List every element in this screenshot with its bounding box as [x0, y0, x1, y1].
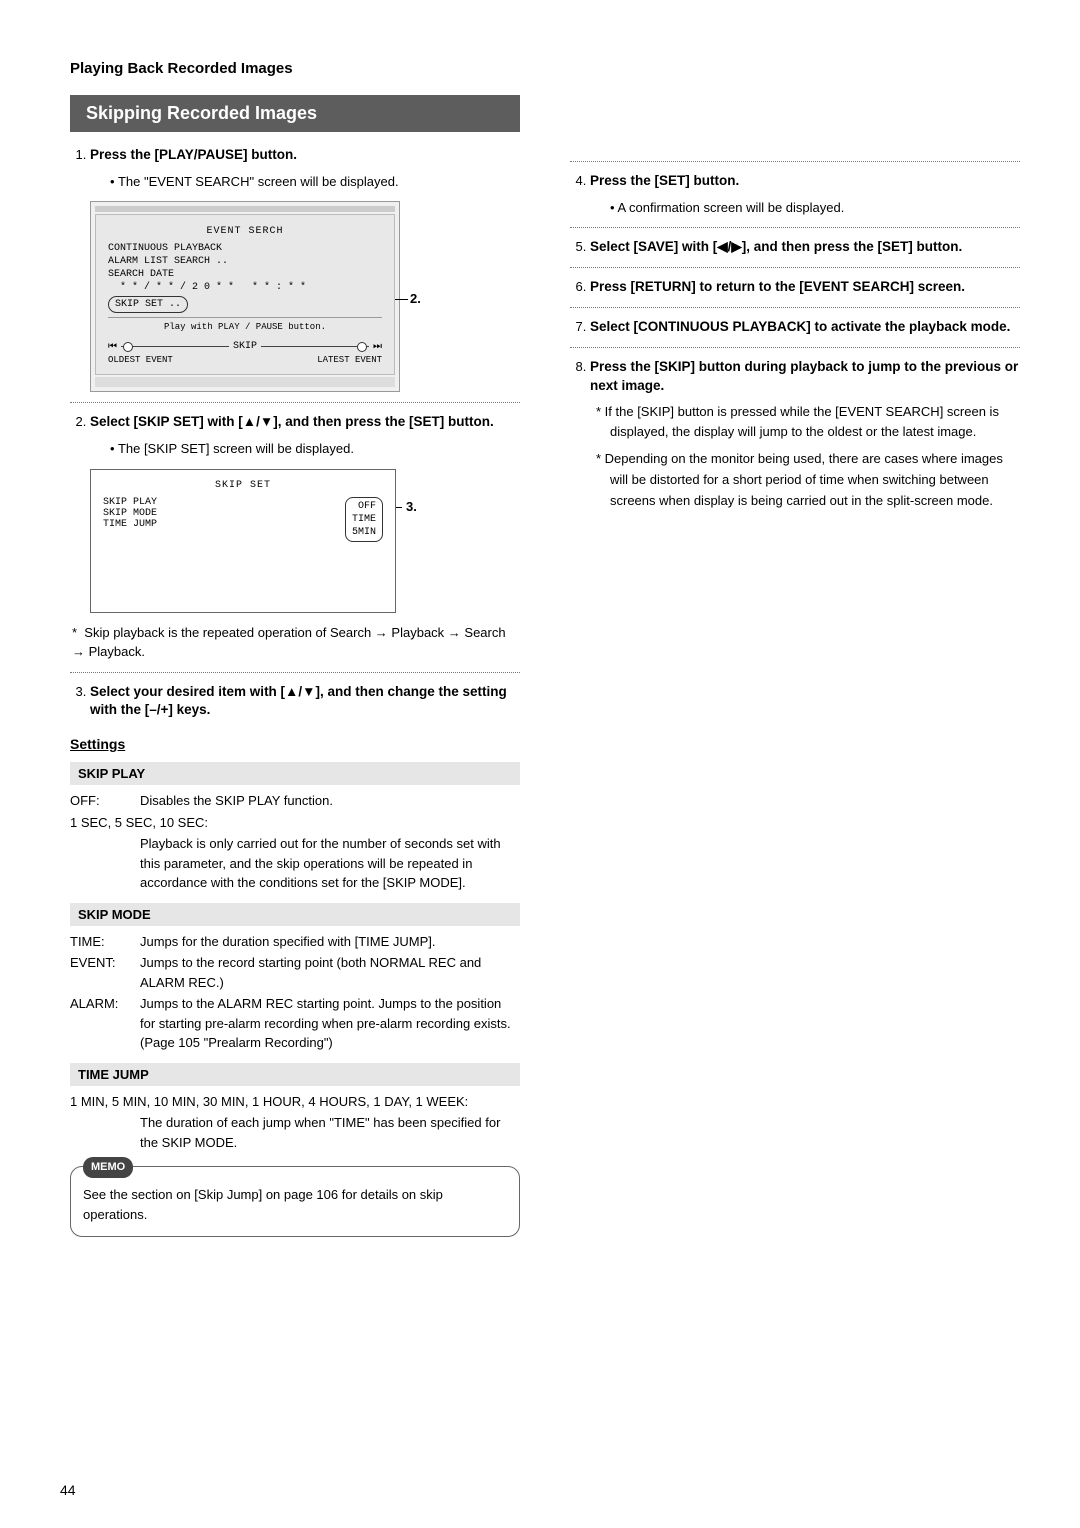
callout-3: 3. — [406, 499, 417, 514]
skip-play-heading: SKIP PLAY — [70, 762, 520, 785]
step-4: Press the [SET] button. A confirmation s… — [590, 172, 1020, 217]
step-7: Select [CONTINUOUS PLAYBACK] to activate… — [590, 318, 1020, 337]
row-skip-mode: SKIP MODE — [103, 508, 157, 519]
rewind-icon: ⏮ — [108, 340, 117, 353]
memo-tag: MEMO — [83, 1157, 133, 1178]
menu-skip-set-selected: SKIP SET .. — [108, 296, 188, 313]
alarm-label: ALARM: — [70, 994, 140, 1053]
step-3: Select your desired item with [▲/▼], and… — [90, 683, 520, 721]
row-time-jump: TIME JUMP — [103, 519, 157, 530]
off-label: OFF: — [70, 791, 140, 811]
step-6: Press [RETURN] to return to the [EVENT S… — [590, 278, 1020, 297]
right-column: Press the [SET] button. A confirmation s… — [570, 95, 1020, 1237]
section-heading: Skipping Recorded Images — [70, 95, 520, 132]
time-label: TIME: — [70, 932, 140, 952]
sec-text: Playback is only carried out for the num… — [70, 834, 520, 893]
step-7-text: Select [CONTINUOUS PLAYBACK] to activate… — [590, 318, 1020, 337]
step-4-bullet: A confirmation screen will be displayed. — [610, 199, 1020, 217]
time-jump-heading: TIME JUMP — [70, 1063, 520, 1086]
menu-search-date: SEARCH DATE — [108, 268, 382, 281]
step-1: Press the [PLAY/PAUSE] button. The "EVEN… — [90, 146, 520, 392]
settings-heading: Settings — [70, 736, 125, 752]
step-5: Select [SAVE] with [◀/▶], and then press… — [590, 238, 1020, 257]
divider — [570, 227, 1020, 228]
event-label: EVENT: — [70, 953, 140, 992]
fastforward-icon: ⏭ — [373, 340, 382, 353]
skip-set-screenshot: SKIP SET SKIP PLAY SKIP MODE TIME JUMP O… — [90, 469, 396, 613]
step-8-text: Press the [SKIP] button during playback … — [590, 358, 1020, 396]
event-text: Jumps to the record starting point (both… — [140, 953, 520, 992]
step-3-text: Select your desired item with [▲/▼], and… — [90, 683, 520, 721]
skip-play-definitions: OFF: Disables the SKIP PLAY function. 1 … — [70, 791, 520, 893]
divider — [70, 672, 520, 673]
callout-2: 2. — [410, 291, 421, 306]
divider — [570, 307, 1020, 308]
search-date-value: * * / * * / 2 0 * * * * : * * — [108, 281, 382, 294]
step-2-bullet: The [SKIP SET] screen will be displayed. — [110, 440, 520, 458]
step-6-text: Press [RETURN] to return to the [EVENT S… — [590, 278, 1020, 297]
skipset-title: SKIP SET — [103, 480, 383, 491]
time-text: Jumps for the duration specified with [T… — [140, 932, 520, 952]
time-jump-definitions: 1 MIN, 5 MIN, 10 MIN, 30 MIN, 1 HOUR, 4 … — [70, 1092, 520, 1153]
skip-mode-heading: SKIP MODE — [70, 903, 520, 926]
page-number: 44 — [60, 1482, 76, 1498]
off-text: Disables the SKIP PLAY function. — [140, 791, 520, 811]
row-skip-play: SKIP PLAY — [103, 497, 157, 508]
menu-alarm-list-search: ALARM LIST SEARCH .. — [108, 255, 382, 268]
screen-title: EVENT SERCH — [108, 225, 382, 238]
divider — [570, 267, 1020, 268]
memo-text: See the section on [Skip Jump] on page 1… — [83, 1187, 443, 1222]
event-search-screenshot: 2. EVENT SERCH CONTINUOUS PLAYBACK ALARM… — [90, 201, 400, 392]
step-2-text: Select [SKIP SET] with [▲/▼], and then p… — [90, 413, 520, 432]
step-2: Select [SKIP SET] with [▲/▼], and then p… — [90, 413, 520, 612]
divider — [70, 402, 520, 403]
val-skip-mode: TIME — [352, 513, 376, 526]
step-8-note-1: If the [SKIP] button is pressed while th… — [610, 402, 1020, 444]
page-title: Playing Back Recorded Images — [70, 60, 1020, 77]
step-4-text: Press the [SET] button. — [590, 172, 1020, 191]
step-5-text: Select [SAVE] with [◀/▶], and then press… — [590, 238, 1020, 257]
step-8-note-2: Depending on the monitor being used, the… — [610, 449, 1020, 511]
val-time-jump: 5MIN — [352, 526, 376, 539]
step-8: Press the [SKIP] button during playback … — [590, 358, 1020, 512]
step-1-bullet: The "EVENT SEARCH" screen will be displa… — [110, 173, 520, 191]
timejump-opts: 1 MIN, 5 MIN, 10 MIN, 30 MIN, 1 HOUR, 4 … — [70, 1092, 520, 1112]
oldest-event-label: OLDEST EVENT — [108, 355, 173, 367]
step-1-text: Press the [PLAY/PAUSE] button. — [90, 146, 520, 165]
skip-playback-note: * Skip playback is the repeated operatio… — [72, 623, 520, 662]
divider — [570, 161, 1020, 162]
alarm-text: Jumps to the ALARM REC starting point. J… — [140, 994, 520, 1053]
skip-label: SKIP — [233, 340, 257, 353]
latest-event-label: LATEST EVENT — [317, 355, 382, 367]
manual-page: Playing Back Recorded Images Skipping Re… — [0, 0, 1080, 1528]
skip-mode-definitions: TIME: Jumps for the duration specified w… — [70, 932, 520, 1053]
left-column: Skipping Recorded Images Press the [PLAY… — [70, 95, 520, 1237]
divider — [570, 347, 1020, 348]
two-column-layout: Skipping Recorded Images Press the [PLAY… — [70, 95, 1020, 1237]
val-skip-play: OFF — [352, 500, 376, 513]
menu-continuous-playback: CONTINUOUS PLAYBACK — [108, 242, 382, 255]
sec-label: 1 SEC, 5 SEC, 10 SEC: — [70, 813, 520, 833]
timejump-text: The duration of each jump when "TIME" ha… — [70, 1113, 520, 1152]
memo-box: MEMO See the section on [Skip Jump] on p… — [70, 1166, 520, 1237]
play-instruction: Play with PLAY / PAUSE button. — [108, 317, 382, 334]
